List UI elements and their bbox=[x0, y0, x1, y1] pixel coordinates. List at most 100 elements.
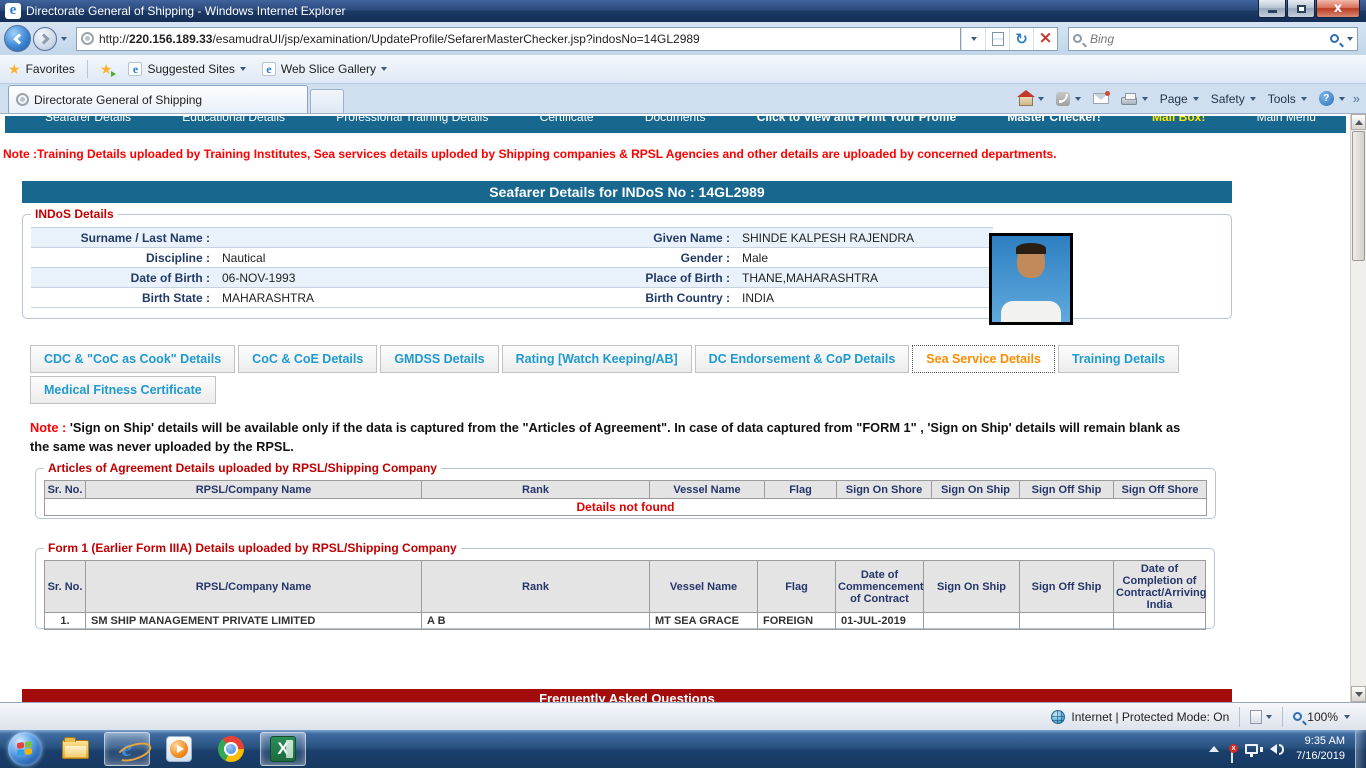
refresh-button[interactable]: ↻ bbox=[1009, 28, 1033, 50]
detail-tab[interactable]: Medical Fitness Certificate bbox=[30, 376, 216, 404]
articles-of-agreement-table: Sr. No.RPSL/Company NameRankVessel NameF… bbox=[44, 480, 1207, 516]
search-box[interactable] bbox=[1068, 27, 1358, 51]
table-row: 1.SM SHIP MANAGEMENT PRIVATE LIMITEDA BM… bbox=[45, 613, 1206, 630]
address-bar-input[interactable]: http://220.156.189.33/esamudraUI/jsp/exa… bbox=[76, 27, 961, 51]
suggested-sites-button[interactable]: e Suggested Sites bbox=[120, 58, 253, 80]
site-nav-item[interactable]: Certificate bbox=[540, 116, 594, 133]
compatibility-status-button[interactable] bbox=[1240, 710, 1282, 724]
network-icon[interactable] bbox=[1245, 744, 1258, 754]
detail-tab[interactable]: Rating [Watch Keeping/AB] bbox=[502, 345, 692, 373]
new-tab-button[interactable] bbox=[310, 89, 344, 113]
table-cell: FOREIGN bbox=[758, 613, 836, 630]
detail-tab[interactable]: Sea Service Details bbox=[912, 345, 1055, 373]
web-slice-gallery-button[interactable]: e Web Slice Gallery bbox=[254, 58, 395, 80]
overflow-chevron-icon[interactable]: » bbox=[1351, 91, 1362, 106]
safety-menu-button[interactable]: Safety bbox=[1205, 88, 1262, 110]
page-scrollbar[interactable] bbox=[1350, 114, 1366, 702]
favorites-button[interactable]: ★ Favorites bbox=[0, 58, 83, 80]
scroll-down-button[interactable] bbox=[1351, 686, 1366, 702]
url-dropdown-button[interactable] bbox=[961, 28, 985, 50]
detail-tab[interactable]: GMDSS Details bbox=[380, 345, 498, 373]
recent-pages-caret-icon[interactable] bbox=[61, 37, 67, 41]
tab-favicon-icon bbox=[16, 93, 29, 106]
field-value bbox=[216, 228, 631, 248]
volume-icon[interactable] bbox=[1270, 744, 1284, 755]
internet-explorer-icon: e bbox=[122, 737, 133, 761]
ie-logo-icon: e bbox=[5, 3, 21, 19]
column-header: Sr. No. bbox=[45, 561, 86, 613]
detail-tab[interactable]: CoC & CoE Details bbox=[238, 345, 377, 373]
site-nav-item[interactable]: Click to View and Print Your Profile bbox=[757, 116, 956, 133]
page-caret-icon bbox=[1193, 97, 1199, 101]
articles-legend: Articles of Agreement Details uploaded b… bbox=[44, 461, 441, 475]
add-favorite-button[interactable]: ★ bbox=[92, 58, 121, 80]
forward-button[interactable] bbox=[33, 27, 57, 51]
windows-logo-icon bbox=[17, 741, 32, 756]
scroll-up-button[interactable] bbox=[1351, 114, 1366, 130]
note-label: Note : bbox=[30, 420, 70, 435]
tools-menu-label: Tools bbox=[1268, 92, 1296, 106]
scroll-up-icon bbox=[1355, 120, 1363, 125]
column-header: RPSL/Company Name bbox=[86, 561, 422, 613]
show-desktop-button[interactable] bbox=[1355, 730, 1366, 768]
home-caret-icon bbox=[1038, 97, 1044, 101]
ie-page-icon: e bbox=[262, 62, 276, 76]
command-bar: Page Safety Tools ? » bbox=[1013, 84, 1366, 113]
site-nav-item[interactable]: Documents bbox=[645, 116, 706, 133]
feeds-button[interactable] bbox=[1050, 88, 1087, 110]
browser-tab[interactable]: Directorate General of Shipping bbox=[8, 85, 308, 113]
search-options-caret-icon[interactable] bbox=[1347, 37, 1353, 41]
site-nav-item[interactable]: Educational Details bbox=[182, 116, 285, 133]
detail-tab[interactable]: Training Details bbox=[1058, 345, 1179, 373]
field-value: 06-NOV-1993 bbox=[216, 268, 631, 288]
search-input[interactable] bbox=[1088, 31, 1330, 47]
taskbar-chrome-button[interactable] bbox=[208, 732, 254, 766]
detail-tab[interactable]: CDC & "CoC as Cook" Details bbox=[30, 345, 235, 373]
table-cell bbox=[1020, 613, 1114, 630]
site-nav-item[interactable]: Seafarer Details bbox=[45, 116, 131, 133]
tab-bar: Directorate General of Shipping Page Saf… bbox=[0, 84, 1366, 113]
column-header: Vessel Name bbox=[650, 561, 758, 613]
table-row: Details not found bbox=[45, 499, 1207, 516]
print-button[interactable] bbox=[1115, 88, 1154, 110]
scrollbar-thumb[interactable] bbox=[1352, 131, 1365, 261]
show-hidden-icons-button[interactable] bbox=[1209, 746, 1219, 752]
table-cell bbox=[1114, 613, 1206, 630]
back-button[interactable] bbox=[4, 25, 31, 52]
close-button[interactable]: x bbox=[1316, 0, 1360, 18]
site-nav-item[interactable]: Master Checker! bbox=[1007, 116, 1100, 133]
feeds-caret-icon bbox=[1075, 97, 1081, 101]
safety-menu-label: Safety bbox=[1211, 92, 1245, 106]
compatibility-view-icon bbox=[992, 32, 1004, 46]
minimize-button[interactable] bbox=[1258, 0, 1286, 18]
page-menu-button[interactable]: Page bbox=[1154, 88, 1205, 110]
taskbar-excel-button[interactable]: X bbox=[260, 732, 306, 766]
note-text: 'Sign on Ship' details will be available… bbox=[30, 420, 1180, 454]
field-value: SHINDE KALPESH RAJENDRA bbox=[736, 228, 993, 248]
site-nav-item[interactable]: Main Menu bbox=[1257, 116, 1316, 133]
taskbar-media-player-button[interactable] bbox=[156, 732, 202, 766]
restore-button[interactable] bbox=[1287, 0, 1315, 18]
compatibility-view-button[interactable] bbox=[985, 28, 1009, 50]
stop-button[interactable]: × bbox=[1033, 28, 1057, 50]
home-button[interactable] bbox=[1013, 88, 1050, 110]
zoom-control[interactable]: 100% bbox=[1283, 710, 1360, 724]
search-go-icon[interactable] bbox=[1330, 34, 1339, 43]
tab-title: Directorate General of Shipping bbox=[34, 93, 202, 107]
clock-time: 9:35 AM bbox=[1296, 734, 1345, 749]
tools-menu-button[interactable]: Tools bbox=[1262, 88, 1313, 110]
site-nav-item[interactable]: Professional Training Details bbox=[336, 116, 488, 133]
read-mail-button[interactable] bbox=[1087, 88, 1115, 110]
start-button[interactable] bbox=[8, 732, 42, 766]
help-button[interactable]: ? bbox=[1313, 88, 1351, 110]
detail-tab[interactable]: DC Endorsement & CoP Details bbox=[695, 345, 910, 373]
rss-icon bbox=[1056, 92, 1070, 106]
forward-arrow-icon bbox=[38, 33, 49, 44]
taskbar-clock[interactable]: 9:35 AM 7/16/2019 bbox=[1296, 734, 1345, 764]
faq-bar[interactable]: Frequently Asked Questions bbox=[22, 689, 1232, 702]
taskbar-ie-button[interactable]: e bbox=[104, 732, 150, 766]
taskbar-explorer-button[interactable] bbox=[52, 732, 98, 766]
indos-row: Discipline :NauticalGender :Male bbox=[31, 248, 993, 268]
field-label: Gender : bbox=[631, 248, 736, 268]
site-nav-item[interactable]: Mail Box! bbox=[1152, 116, 1205, 133]
